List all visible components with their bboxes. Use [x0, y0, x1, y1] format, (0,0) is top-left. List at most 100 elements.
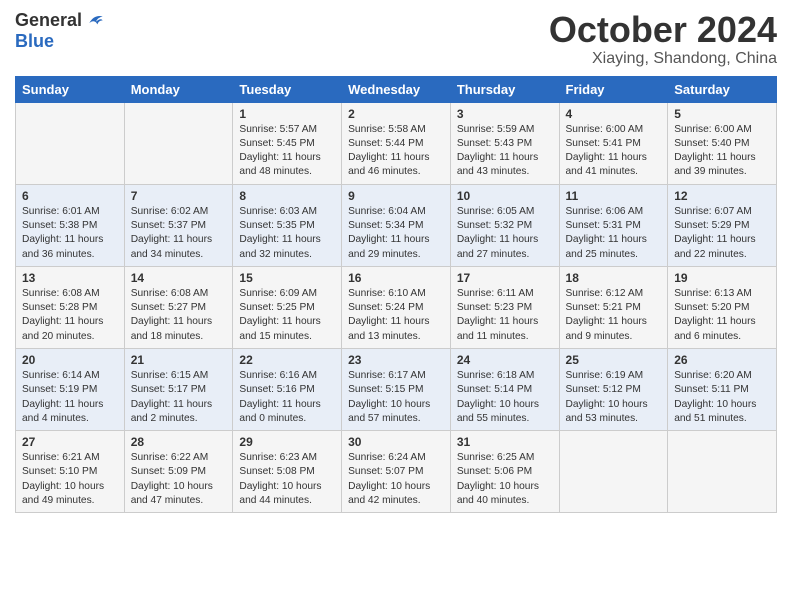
- col-wednesday: Wednesday: [342, 76, 451, 102]
- day-number: 2: [348, 107, 444, 121]
- day-number: 25: [566, 353, 662, 367]
- cell-2-0: 13 Sunrise: 6:08 AM Sunset: 5:28 PM Dayli…: [16, 266, 125, 348]
- cell-0-6: 5 Sunrise: 6:00 AM Sunset: 5:40 PM Daylig…: [668, 102, 777, 184]
- logo-general: General: [15, 10, 82, 31]
- cell-4-5: [559, 431, 668, 513]
- day-info: Sunrise: 6:17 AM Sunset: 5:15 PM Dayligh…: [348, 369, 444, 426]
- day-info: Sunrise: 6:14 AM Sunset: 5:19 PM Dayligh…: [22, 369, 118, 426]
- day-info: Sunrise: 6:12 AM Sunset: 5:21 PM Dayligh…: [566, 287, 662, 344]
- day-info: Sunrise: 6:08 AM Sunset: 5:28 PM Dayligh…: [22, 287, 118, 344]
- day-number: 15: [239, 271, 335, 285]
- col-friday: Friday: [559, 76, 668, 102]
- week-row-3: 20Sunrise: 6:14 AM Sunset: 5:19 PM Dayli…: [16, 348, 777, 430]
- cell-3-4: 24 Sunrise: 6:18 AM Sunset: 5:14 PM Dayli…: [450, 348, 559, 430]
- day-info: Sunrise: 5:59 AM Sunset: 5:43 PM Dayligh…: [457, 123, 553, 180]
- day-number: 14: [131, 271, 227, 285]
- day-info: Sunrise: 6:08 AM Sunset: 5:27 PM Dayligh…: [131, 287, 227, 344]
- day-info: Sunrise: 6:10 AM Sunset: 5:24 PM Dayligh…: [348, 287, 444, 344]
- week-row-0: 1 Sunrise: 5:57 AM Sunset: 5:45 PM Daylig…: [16, 102, 777, 184]
- day-number: 21: [131, 353, 227, 367]
- cell-2-3: 16 Sunrise: 6:10 AM Sunset: 5:24 PM Dayli…: [342, 266, 451, 348]
- cell-4-0: 27 Sunrise: 6:21 AM Sunset: 5:10 PM Dayli…: [16, 431, 125, 513]
- cell-2-2: 15 Sunrise: 6:09 AM Sunset: 5:25 PM Dayli…: [233, 266, 342, 348]
- day-number: 5: [674, 107, 770, 121]
- day-info: Sunrise: 6:23 AM Sunset: 5:08 PM Dayligh…: [239, 451, 335, 508]
- day-number: 19: [674, 271, 770, 285]
- month-title: October 2024: [549, 10, 777, 50]
- cell-4-2: 29 Sunrise: 6:23 AM Sunset: 5:08 PM Dayli…: [233, 431, 342, 513]
- col-monday: Monday: [124, 76, 233, 102]
- cell-3-6: 26Sunrise: 6:20 AM Sunset: 5:11 PM Dayli…: [668, 348, 777, 430]
- day-number: 8: [239, 189, 335, 203]
- day-number: 18: [566, 271, 662, 285]
- title-section: October 2024 Xiaying, Shandong, China: [549, 10, 777, 68]
- day-info: Sunrise: 6:16 AM Sunset: 5:16 PM Dayligh…: [239, 369, 335, 426]
- location: Xiaying, Shandong, China: [549, 50, 777, 68]
- day-number: 4: [566, 107, 662, 121]
- cell-0-4: 3 Sunrise: 5:59 AM Sunset: 5:43 PM Daylig…: [450, 102, 559, 184]
- cell-3-0: 20Sunrise: 6:14 AM Sunset: 5:19 PM Dayli…: [16, 348, 125, 430]
- cell-1-0: 6Sunrise: 6:01 AM Sunset: 5:38 PM Daylig…: [16, 184, 125, 266]
- cell-4-6: [668, 431, 777, 513]
- day-info: Sunrise: 6:15 AM Sunset: 5:17 PM Dayligh…: [131, 369, 227, 426]
- day-number: 13: [22, 271, 118, 285]
- col-tuesday: Tuesday: [233, 76, 342, 102]
- day-number: 30: [348, 435, 444, 449]
- day-info: Sunrise: 6:21 AM Sunset: 5:10 PM Dayligh…: [22, 451, 118, 508]
- col-sunday: Sunday: [16, 76, 125, 102]
- day-number: 31: [457, 435, 553, 449]
- cell-3-5: 25 Sunrise: 6:19 AM Sunset: 5:12 PM Dayli…: [559, 348, 668, 430]
- day-number: 11: [566, 189, 662, 203]
- cell-0-1: [124, 102, 233, 184]
- week-row-4: 27 Sunrise: 6:21 AM Sunset: 5:10 PM Dayli…: [16, 431, 777, 513]
- day-info: Sunrise: 6:25 AM Sunset: 5:06 PM Dayligh…: [457, 451, 553, 508]
- day-number: 3: [457, 107, 553, 121]
- day-number: 24: [457, 353, 553, 367]
- cell-2-5: 18 Sunrise: 6:12 AM Sunset: 5:21 PM Dayli…: [559, 266, 668, 348]
- cell-3-1: 21 Sunrise: 6:15 AM Sunset: 5:17 PM Dayli…: [124, 348, 233, 430]
- day-number: 27: [22, 435, 118, 449]
- day-info: Sunrise: 5:57 AM Sunset: 5:45 PM Dayligh…: [239, 123, 335, 180]
- day-info: Sunrise: 6:01 AM Sunset: 5:38 PM Dayligh…: [22, 205, 118, 262]
- day-info: Sunrise: 6:04 AM Sunset: 5:34 PM Dayligh…: [348, 205, 444, 262]
- day-number: 23: [348, 353, 444, 367]
- day-info: Sunrise: 6:24 AM Sunset: 5:07 PM Dayligh…: [348, 451, 444, 508]
- col-saturday: Saturday: [668, 76, 777, 102]
- cell-0-3: 2 Sunrise: 5:58 AM Sunset: 5:44 PM Daylig…: [342, 102, 451, 184]
- logo-blue: Blue: [15, 31, 54, 52]
- calendar-table: Sunday Monday Tuesday Wednesday Thursday…: [15, 76, 777, 514]
- cell-1-1: 7Sunrise: 6:02 AM Sunset: 5:37 PM Daylig…: [124, 184, 233, 266]
- day-number: 9: [348, 189, 444, 203]
- day-info: Sunrise: 6:20 AM Sunset: 5:11 PM Dayligh…: [674, 369, 770, 426]
- cell-2-1: 14 Sunrise: 6:08 AM Sunset: 5:27 PM Dayli…: [124, 266, 233, 348]
- day-info: Sunrise: 6:09 AM Sunset: 5:25 PM Dayligh…: [239, 287, 335, 344]
- day-number: 12: [674, 189, 770, 203]
- day-info: Sunrise: 6:19 AM Sunset: 5:12 PM Dayligh…: [566, 369, 662, 426]
- day-number: 29: [239, 435, 335, 449]
- cell-3-3: 23 Sunrise: 6:17 AM Sunset: 5:15 PM Dayli…: [342, 348, 451, 430]
- day-info: Sunrise: 6:02 AM Sunset: 5:37 PM Dayligh…: [131, 205, 227, 262]
- day-info: Sunrise: 6:00 AM Sunset: 5:41 PM Dayligh…: [566, 123, 662, 180]
- cell-0-2: 1 Sunrise: 5:57 AM Sunset: 5:45 PM Daylig…: [233, 102, 342, 184]
- cell-4-3: 30 Sunrise: 6:24 AM Sunset: 5:07 PM Dayli…: [342, 431, 451, 513]
- day-info: Sunrise: 5:58 AM Sunset: 5:44 PM Dayligh…: [348, 123, 444, 180]
- day-info: Sunrise: 6:11 AM Sunset: 5:23 PM Dayligh…: [457, 287, 553, 344]
- day-info: Sunrise: 6:05 AM Sunset: 5:32 PM Dayligh…: [457, 205, 553, 262]
- day-info: Sunrise: 6:22 AM Sunset: 5:09 PM Dayligh…: [131, 451, 227, 508]
- header-row: Sunday Monday Tuesday Wednesday Thursday…: [16, 76, 777, 102]
- cell-2-4: 17 Sunrise: 6:11 AM Sunset: 5:23 PM Dayli…: [450, 266, 559, 348]
- week-row-1: 6Sunrise: 6:01 AM Sunset: 5:38 PM Daylig…: [16, 184, 777, 266]
- day-number: 1: [239, 107, 335, 121]
- cell-2-6: 19Sunrise: 6:13 AM Sunset: 5:20 PM Dayli…: [668, 266, 777, 348]
- cell-1-6: 12 Sunrise: 6:07 AM Sunset: 5:29 PM Dayli…: [668, 184, 777, 266]
- day-number: 17: [457, 271, 553, 285]
- cell-1-5: 11Sunrise: 6:06 AM Sunset: 5:31 PM Dayli…: [559, 184, 668, 266]
- day-number: 28: [131, 435, 227, 449]
- cell-0-0: [16, 102, 125, 184]
- day-info: Sunrise: 6:18 AM Sunset: 5:14 PM Dayligh…: [457, 369, 553, 426]
- day-info: Sunrise: 6:07 AM Sunset: 5:29 PM Dayligh…: [674, 205, 770, 262]
- day-info: Sunrise: 6:00 AM Sunset: 5:40 PM Dayligh…: [674, 123, 770, 180]
- week-row-2: 13 Sunrise: 6:08 AM Sunset: 5:28 PM Dayli…: [16, 266, 777, 348]
- day-number: 16: [348, 271, 444, 285]
- logo-bird-icon: [84, 11, 104, 31]
